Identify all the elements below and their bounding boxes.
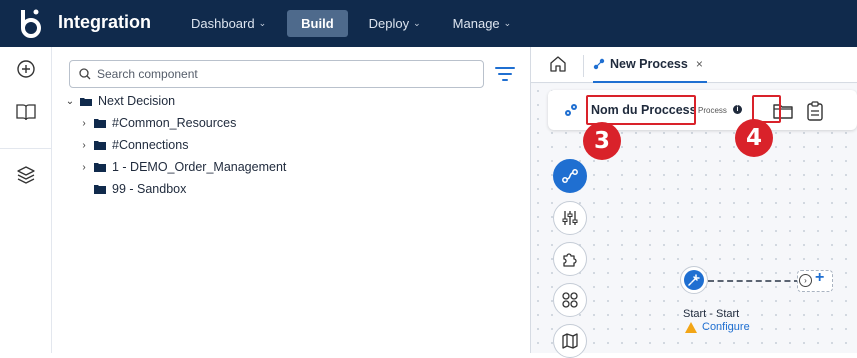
chevron-right-circle-icon[interactable]: › <box>799 274 812 287</box>
chevron-down-icon: ⌄ <box>503 18 512 28</box>
nav-manage-label: Manage <box>452 16 500 31</box>
grid-circles-icon[interactable] <box>553 283 587 317</box>
process-gears-icon <box>565 104 577 116</box>
clipboard-icon[interactable] <box>806 101 824 121</box>
configure-link[interactable]: Configure <box>685 321 750 333</box>
callout-highlight-process-name <box>586 95 696 125</box>
nav-build-label: Build <box>301 16 334 31</box>
folder-open-icon <box>80 97 92 106</box>
configure-label: Configure <box>702 321 750 333</box>
tree-item-label: 99 - Sandbox <box>112 182 187 196</box>
folder-icon <box>94 184 106 194</box>
nav-deploy-label: Deploy <box>368 16 410 31</box>
tree-item-label: #Common_Resources <box>112 116 237 130</box>
add-shape-button[interactable]: + <box>815 269 824 287</box>
app-title: Integration <box>58 12 151 32</box>
warning-icon <box>685 321 697 333</box>
chevron-right-icon[interactable]: › <box>78 118 90 129</box>
top-nav-bar: Integration Dashboard ⌄ Build Deploy ⌄ M… <box>0 0 857 47</box>
filter-icon[interactable] <box>495 65 515 83</box>
tree-item[interactable]: › 1 - DEMO_Order_Management <box>78 157 286 177</box>
tree-item[interactable]: › #Connections <box>78 135 188 155</box>
nav-dashboard-label: Dashboard <box>191 16 255 31</box>
process-editor: New Process × › + Start - Start Configur… <box>531 47 857 358</box>
search-box <box>69 60 484 88</box>
tree-item[interactable]: › #Common_Resources <box>78 113 236 133</box>
process-type: Process <box>698 106 727 115</box>
tree-item[interactable]: 99 - Sandbox <box>78 179 186 199</box>
callout-badge-4: 4 <box>735 119 773 157</box>
folder-icon <box>94 162 106 172</box>
chevron-down-icon[interactable]: ⌄ <box>64 96 76 107</box>
nav-manage[interactable]: Manage ⌄ <box>442 10 523 37</box>
book-icon[interactable] <box>14 100 38 124</box>
process-icon <box>593 58 605 70</box>
close-icon[interactable]: × <box>696 57 703 71</box>
folder-icon <box>94 140 106 150</box>
chevron-right-icon[interactable]: › <box>78 140 90 151</box>
tree-root-label: Next Decision <box>98 94 176 108</box>
info-icon[interactable]: i <box>733 105 742 114</box>
start-shape-label: Start - Start <box>683 308 740 320</box>
rail-divider <box>0 148 51 149</box>
editor-tabs: New Process × <box>531 47 857 83</box>
add-circle-icon[interactable] <box>14 57 38 81</box>
tree-item-label: 1 - DEMO_Order_Management <box>112 160 287 174</box>
tab-divider <box>583 55 584 77</box>
connector-plug-icon <box>684 270 704 290</box>
puzzle-icon[interactable] <box>553 242 587 276</box>
tree-root[interactable]: ⌄ Next Decision <box>64 91 175 111</box>
tab-new-process[interactable]: New Process × <box>593 47 707 83</box>
folder-icon <box>94 118 106 128</box>
connection-line <box>708 280 800 282</box>
callout-badge-3: 3 <box>583 122 621 160</box>
left-rail <box>0 47 52 353</box>
component-explorer: ⌄ Next Decision › #Common_Resources › #C… <box>52 47 531 353</box>
chevron-right-icon[interactable]: › <box>78 162 90 173</box>
chevron-down-icon: ⌄ <box>413 18 421 28</box>
tab-label: New Process <box>610 57 688 71</box>
layers-icon[interactable] <box>14 163 38 187</box>
nav-dashboard[interactable]: Dashboard ⌄ <box>180 10 277 37</box>
connector-shape-icon[interactable] <box>553 159 587 193</box>
settings-sliders-icon[interactable] <box>553 201 587 235</box>
boomi-logo-icon[interactable] <box>17 8 45 38</box>
tree-item-label: #Connections <box>112 138 189 152</box>
home-icon[interactable] <box>549 55 567 73</box>
nav-build[interactable]: Build <box>287 10 348 37</box>
search-input[interactable] <box>97 67 457 81</box>
chevron-down-icon: ⌄ <box>258 18 267 28</box>
search-icon <box>79 68 91 80</box>
nav-deploy[interactable]: Deploy ⌄ <box>358 10 432 37</box>
main-nav: Dashboard ⌄ Build Deploy ⌄ Manage ⌄ <box>180 0 532 47</box>
start-shape[interactable] <box>680 266 708 294</box>
